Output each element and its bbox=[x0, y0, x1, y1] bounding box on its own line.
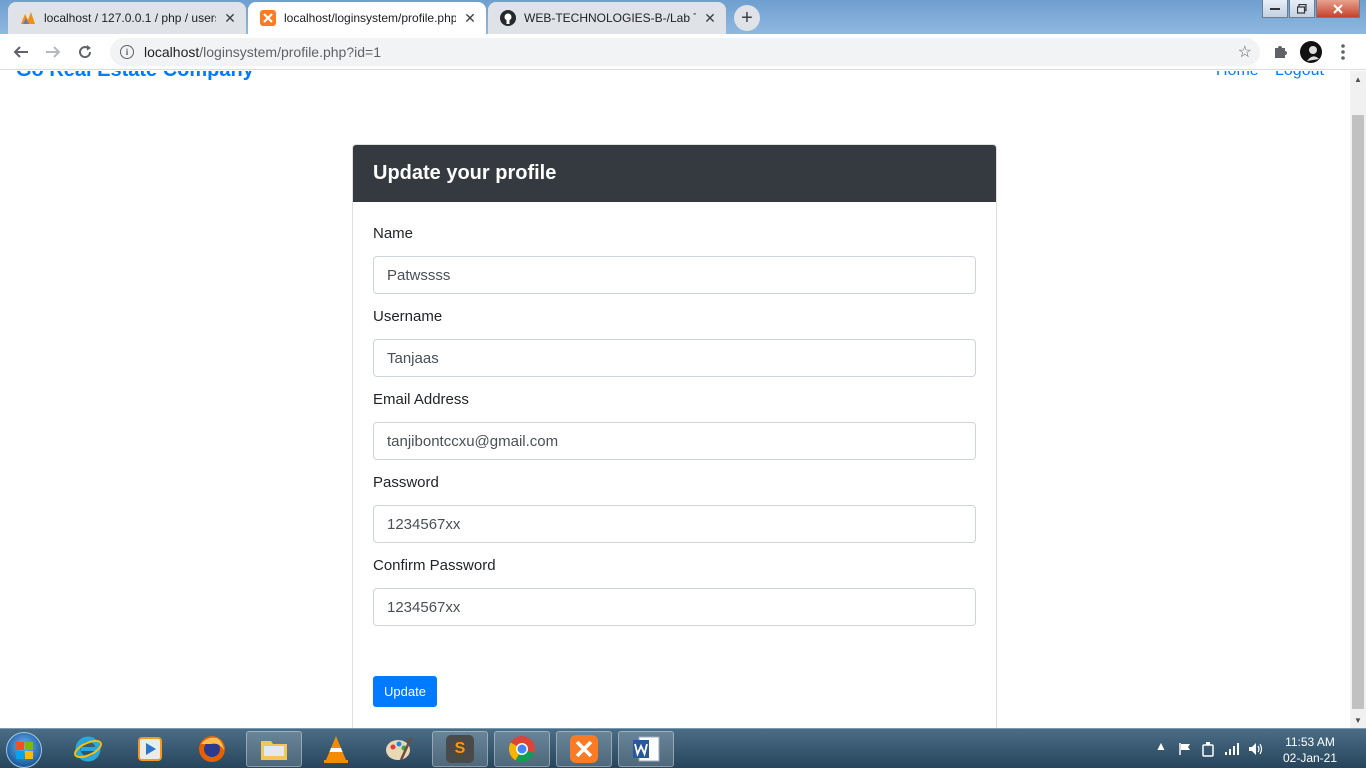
username-group: Username bbox=[373, 308, 976, 377]
network-signal-icon[interactable] bbox=[1224, 742, 1240, 756]
tab-github[interactable]: WEB-TECHNOLOGIES-B-/Lab Tas ✕ bbox=[488, 2, 726, 34]
kebab-menu-icon bbox=[1341, 44, 1345, 60]
site-brand[interactable]: Go Real Estate Company bbox=[16, 71, 254, 82]
page-viewport: Go Real Estate Company Home Logout Updat… bbox=[0, 71, 1350, 728]
confirm-password-label: Confirm Password bbox=[373, 557, 496, 574]
start-button[interactable] bbox=[6, 732, 42, 768]
card-header: Update your profile bbox=[353, 145, 996, 202]
xampp-taskbar-icon bbox=[570, 735, 598, 763]
tab-phpmyadmin[interactable]: localhost / 127.0.0.1 / php / users ✕ bbox=[8, 2, 246, 34]
browser-toolbar: i localhost/loginsystem/profile.php?id=1… bbox=[0, 34, 1366, 70]
bookmark-star-icon[interactable]: ☆ bbox=[1238, 42, 1252, 62]
reload-button[interactable] bbox=[72, 39, 98, 65]
action-center-flag-icon[interactable] bbox=[1178, 742, 1192, 756]
extensions-button[interactable] bbox=[1267, 39, 1293, 65]
nav-logout-link[interactable]: Logout bbox=[1275, 71, 1324, 80]
reload-icon bbox=[79, 45, 92, 59]
back-arrow-icon bbox=[13, 46, 28, 58]
close-tab-icon[interactable]: ✕ bbox=[462, 10, 478, 26]
name-group: Name bbox=[373, 225, 976, 294]
firefox-icon bbox=[199, 736, 225, 762]
volume-icon[interactable] bbox=[1248, 742, 1264, 756]
taskbar-xampp[interactable] bbox=[556, 731, 612, 767]
tab-title: localhost/loginsystem/profile.php bbox=[284, 11, 456, 25]
folder-icon bbox=[261, 741, 287, 760]
close-window-button[interactable] bbox=[1316, 0, 1360, 18]
close-window-icon bbox=[1333, 3, 1343, 14]
taskbar-internet-explorer[interactable] bbox=[60, 731, 116, 767]
profile-avatar[interactable] bbox=[1298, 39, 1324, 65]
password-group: Password bbox=[373, 474, 976, 543]
power-icon[interactable] bbox=[1201, 741, 1215, 757]
password-label: Password bbox=[373, 474, 439, 491]
paint-palette-icon bbox=[386, 737, 413, 761]
card-title: Update your profile bbox=[373, 162, 557, 184]
browser-tab-strip: localhost / 127.0.0.1 / php / users ✕ lo… bbox=[0, 0, 1366, 34]
browser-menu-button[interactable] bbox=[1330, 39, 1356, 65]
scroll-up-icon[interactable]: ▲ bbox=[1350, 71, 1366, 87]
tab-title: localhost / 127.0.0.1 / php / users bbox=[44, 11, 216, 25]
username-label: Username bbox=[373, 308, 443, 325]
site-info-icon[interactable]: i bbox=[120, 45, 134, 59]
minimize-window-button[interactable] bbox=[1262, 0, 1288, 18]
taskbar-file-explorer[interactable] bbox=[246, 731, 302, 767]
confirm-password-group: Confirm Password bbox=[373, 557, 976, 626]
internet-explorer-icon bbox=[74, 736, 102, 762]
confirm-password-input[interactable] bbox=[373, 588, 976, 626]
forward-button[interactable] bbox=[40, 39, 66, 65]
tab-profile[interactable]: localhost/loginsystem/profile.php ✕ bbox=[248, 2, 486, 34]
clock-time: 11:53 AM bbox=[1285, 735, 1335, 749]
restore-window-button[interactable] bbox=[1289, 0, 1315, 18]
address-bar[interactable]: i localhost/loginsystem/profile.php?id=1… bbox=[110, 38, 1260, 66]
taskbar-firefox[interactable] bbox=[184, 731, 240, 767]
minimize-icon bbox=[1270, 7, 1280, 10]
back-button[interactable] bbox=[8, 39, 34, 65]
show-hidden-icons[interactable]: ▲ bbox=[1155, 739, 1167, 753]
username-input[interactable] bbox=[373, 339, 976, 377]
profile-form: Name Username Email Address Password Con… bbox=[353, 202, 996, 626]
tab-title: WEB-TECHNOLOGIES-B-/Lab Tas bbox=[524, 11, 696, 25]
restore-icon bbox=[1297, 3, 1307, 14]
clock-date: 02-Jan-21 bbox=[1282, 751, 1338, 765]
media-player-icon bbox=[138, 737, 162, 761]
close-tab-icon[interactable]: ✕ bbox=[222, 10, 238, 26]
scrollbar-thumb[interactable] bbox=[1352, 115, 1364, 709]
name-input[interactable] bbox=[373, 256, 976, 294]
taskbar-sublime-text[interactable]: S bbox=[432, 731, 488, 767]
system-clock[interactable]: 11:53 AM 02-Jan-21 bbox=[1270, 734, 1350, 766]
scroll-down-icon[interactable]: ▼ bbox=[1350, 712, 1366, 728]
close-tab-icon[interactable]: ✕ bbox=[702, 10, 718, 26]
phpmyadmin-icon bbox=[20, 10, 36, 26]
nav-home-link[interactable]: Home bbox=[1216, 71, 1259, 80]
taskbar-paint[interactable] bbox=[370, 731, 426, 767]
xampp-icon bbox=[260, 10, 276, 26]
email-label: Email Address bbox=[373, 391, 469, 408]
avatar-icon bbox=[1300, 41, 1322, 63]
windows-taskbar: S ▲ 11:53 AM 02-Jan-21 bbox=[0, 728, 1366, 768]
taskbar-word[interactable] bbox=[618, 731, 674, 767]
profile-card: Update your profile Name Username Email … bbox=[352, 144, 997, 728]
word-icon bbox=[633, 736, 660, 762]
github-icon bbox=[500, 10, 516, 26]
url-host: localhost bbox=[144, 44, 200, 60]
sublime-text-icon: S bbox=[446, 735, 474, 763]
password-input[interactable] bbox=[373, 505, 976, 543]
email-group: Email Address bbox=[373, 391, 976, 460]
chrome-icon bbox=[508, 736, 535, 763]
taskbar-vlc[interactable] bbox=[308, 731, 364, 767]
new-tab-button[interactable]: + bbox=[734, 5, 760, 31]
taskbar-media-player[interactable] bbox=[122, 731, 178, 767]
name-label: Name bbox=[373, 225, 414, 242]
url-path: /loginsystem/profile.php?id=1 bbox=[199, 44, 381, 60]
update-button[interactable]: Update bbox=[373, 676, 437, 707]
vlc-cone-icon bbox=[324, 736, 348, 763]
taskbar-chrome[interactable] bbox=[494, 731, 550, 767]
page-scrollbar[interactable]: ▲ ▼ bbox=[1350, 71, 1366, 728]
forward-arrow-icon bbox=[46, 46, 61, 58]
puzzle-icon bbox=[1275, 46, 1287, 58]
email-input[interactable] bbox=[373, 422, 976, 460]
